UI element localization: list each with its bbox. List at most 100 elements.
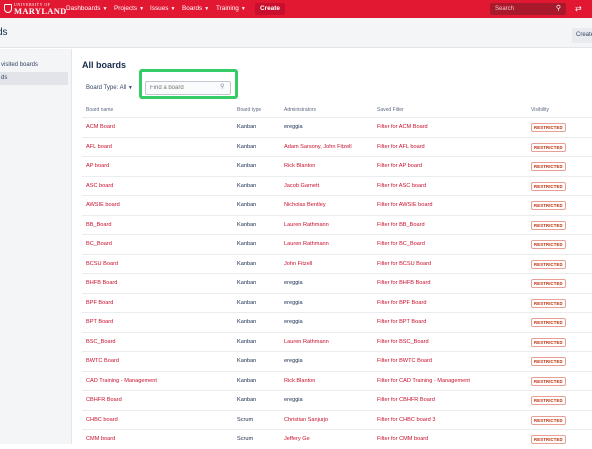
- saved-filter-link[interactable]: Filter for BCSU Board: [377, 261, 431, 267]
- saved-filter-link[interactable]: Filter for CAD Training - Management: [377, 378, 470, 384]
- board-type: Kanban: [237, 143, 257, 150]
- create-button[interactable]: Create: [255, 3, 285, 15]
- board-admin: ereggia: [284, 319, 303, 325]
- board-admin[interactable]: Christian Sanjurjo: [284, 417, 328, 423]
- visibility-badge: RESTRICTED: [531, 357, 566, 366]
- board-name-link[interactable]: ASC board: [86, 183, 113, 189]
- board-admin[interactable]: Jacob Garnett: [284, 183, 319, 189]
- table-row: AWSIE board Kanban Nicholas Bentley Filter …: [82, 195, 592, 215]
- board-type: Kanban: [237, 397, 257, 403]
- university-logo[interactable]: UNIVERSITY OF MARYLAND: [4, 2, 66, 16]
- saved-filter-link[interactable]: Filter for BPF Board: [377, 300, 426, 306]
- saved-filter-link[interactable]: Filter for CBHFR Board: [377, 397, 435, 403]
- board-name-link[interactable]: CBHFR Board: [86, 397, 122, 403]
- nav-projects[interactable]: Projects ▼: [114, 5, 144, 12]
- nav-boards[interactable]: Boards ▼: [182, 5, 209, 12]
- visibility-badge: RESTRICTED: [531, 337, 566, 347]
- visibility-badge: RESTRICTED: [531, 201, 566, 210]
- saved-filter-link[interactable]: Filter for BPT Board: [377, 319, 426, 325]
- board-admin[interactable]: Lauren Rathmann: [284, 241, 329, 247]
- board-name-link[interactable]: BB_Board: [86, 222, 112, 228]
- sidebar-item-label: visited boards: [1, 62, 39, 68]
- saved-filter-link[interactable]: Filter for AWSIE board: [377, 202, 432, 208]
- board-admin[interactable]: Lauren Rathmann: [284, 222, 329, 228]
- board-admin[interactable]: Lauren Rathmann: [284, 339, 329, 345]
- create-board-button[interactable]: Create: [572, 28, 592, 43]
- visibility-badge: RESTRICTED: [531, 123, 566, 132]
- board-admin: ereggia: [284, 124, 303, 130]
- nav-boards-label: Boards: [182, 5, 203, 12]
- saved-filter-link[interactable]: Filter for BHFB Board: [377, 280, 430, 286]
- column-header-type[interactable]: Board type: [237, 107, 261, 113]
- notifications-icon[interactable]: ⇄: [575, 4, 582, 13]
- nav-training[interactable]: Training ▼: [216, 5, 246, 12]
- chevron-down-icon: ▼: [240, 6, 246, 12]
- visibility-badge: RESTRICTED: [531, 435, 566, 444]
- visibility-badge: RESTRICTED: [531, 240, 566, 249]
- board-type: Kanban: [237, 221, 257, 228]
- saved-filter-link[interactable]: Filter for AFL board: [377, 144, 425, 150]
- board-type-label: Board Type: All: [86, 85, 127, 91]
- board-type: Scrum: [237, 436, 254, 442]
- board-type: Kanban: [237, 299, 257, 306]
- search-icon: ⚲: [220, 84, 225, 90]
- column-header-admins: Administrators: [284, 107, 316, 113]
- board-name-link[interactable]: CHBC board: [86, 417, 118, 423]
- table-row: BC_Board Kanban Lauren Rathmann Filter for …: [82, 234, 592, 254]
- saved-filter-link[interactable]: Filter for BC_Board: [377, 241, 425, 247]
- table-row: BB_Board Kanban Lauren Rathmann Filter for …: [82, 214, 592, 235]
- board-type: Kanban: [237, 163, 257, 169]
- table-row: BWTC Board Kanban ereggia Filter for BWTC B…: [82, 351, 592, 371]
- board-name-link[interactable]: BWTC Board: [86, 358, 119, 364]
- board-type: Kanban: [237, 319, 257, 325]
- board-name-link[interactable]: AFL board: [86, 144, 112, 150]
- board-name-link[interactable]: AWSIE board: [86, 202, 120, 208]
- sidebar-item-all-boards[interactable]: ds: [0, 72, 68, 85]
- board-name-link[interactable]: ACM Board: [86, 124, 115, 130]
- board-admin[interactable]: John Fitzell: [284, 261, 312, 267]
- visibility-badge: RESTRICTED: [531, 318, 566, 327]
- nav-projects-label: Projects: [114, 5, 138, 12]
- table-row: AP board Kanban Rick Blanton Filter for AP …: [82, 156, 592, 176]
- column-header-name[interactable]: Board name: [86, 107, 113, 113]
- visibility-badge: RESTRICTED: [531, 415, 566, 425]
- board-name-link[interactable]: CMM board: [86, 436, 115, 442]
- saved-filter-link[interactable]: Filter for CHBC board 3: [377, 417, 435, 423]
- board-name-link[interactable]: BHFB Board: [86, 280, 117, 286]
- chevron-down-icon: ▼: [102, 6, 108, 12]
- board-admin[interactable]: Jeffery Ge: [284, 436, 310, 442]
- saved-filter-link[interactable]: Filter for ASC board: [377, 183, 426, 189]
- board-admin[interactable]: Rick Blanton: [284, 378, 315, 384]
- nav-issues[interactable]: Issues ▼: [150, 5, 175, 12]
- table-row: CMM board Scrum Jeffery Ge Filter for CMM b…: [82, 429, 592, 449]
- nav-dashboards[interactable]: Dashboards ▼: [66, 5, 107, 12]
- board-type: Scrum: [237, 416, 254, 423]
- page-title: ds: [0, 27, 8, 38]
- board-admin[interactable]: Rick Blanton: [284, 163, 315, 169]
- board-name-link[interactable]: BCSU Board: [86, 261, 118, 267]
- saved-filter-link[interactable]: Filter for AP board: [377, 163, 422, 169]
- saved-filter-link[interactable]: Filter for BSC_Board: [377, 339, 429, 345]
- global-search-input[interactable]: Search ⚲: [490, 3, 566, 15]
- sidebar-item-recently-visited[interactable]: visited boards: [0, 59, 68, 72]
- board-name-link[interactable]: BSC_Board: [86, 339, 116, 345]
- board-type-filter[interactable]: Board Type: All ▼: [86, 85, 133, 91]
- saved-filter-link[interactable]: Filter for ACM Board: [377, 124, 428, 130]
- board-name-link[interactable]: BPF Board: [86, 300, 113, 306]
- saved-filter-link[interactable]: Filter for BWTC Board: [377, 358, 432, 364]
- board-name-link[interactable]: AP board: [86, 163, 109, 169]
- board-admin[interactable]: Nicholas Bentley: [284, 202, 326, 208]
- table-row: BPT Board Kanban ereggia Filter for BPT Boa…: [82, 312, 592, 332]
- board-name-link[interactable]: BC_Board: [86, 241, 112, 247]
- saved-filter-link[interactable]: Filter for BB_Board: [377, 222, 425, 228]
- board-admin[interactable]: Adam Sarsony, John Fitzell: [284, 144, 352, 150]
- board-name-link[interactable]: CAD Training - Management: [86, 378, 157, 384]
- table-row: ACM Board Kanban ereggia Filter for ACM Boa…: [82, 117, 592, 137]
- nav-issues-label: Issues: [150, 5, 169, 12]
- board-type: Kanban: [237, 124, 257, 130]
- board-name-link[interactable]: BPT Board: [86, 319, 113, 325]
- find-board-input[interactable]: [145, 81, 231, 95]
- saved-filter-link[interactable]: Filter for CMM board: [377, 436, 428, 442]
- board-type: Kanban: [237, 260, 257, 267]
- chevron-down-icon: ▼: [170, 6, 176, 12]
